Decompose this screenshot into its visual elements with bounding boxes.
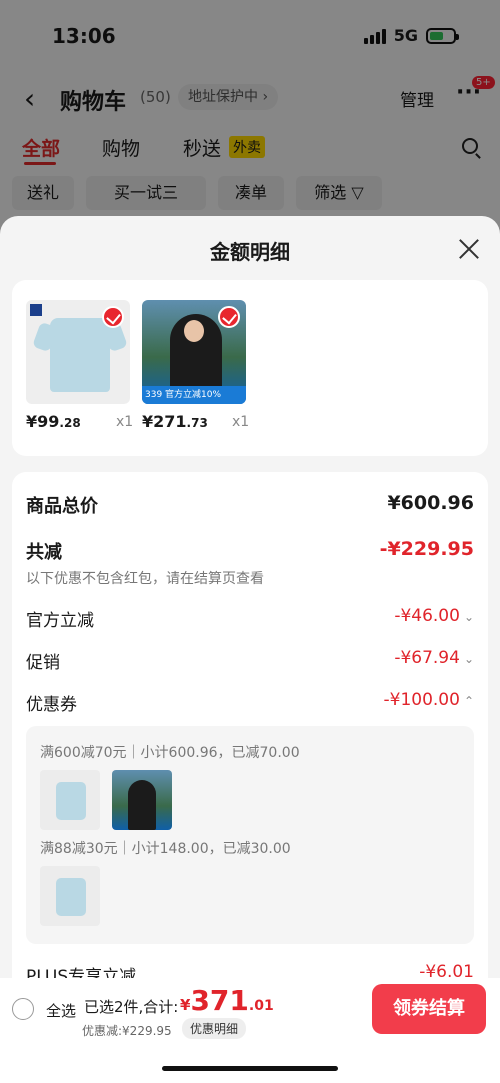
discount-note: 以下优惠不包含红包，请在结算页查看 bbox=[26, 571, 264, 587]
shirt-mini-thumbnail bbox=[40, 866, 100, 926]
promo-label: 促销 bbox=[26, 653, 60, 673]
selected-check-icon bbox=[102, 306, 124, 328]
coupon-line: 满88减30元｜小计148.00，已减30.00 bbox=[40, 841, 291, 857]
shirt-thumbnail bbox=[26, 300, 130, 404]
promo-value: -¥67.94 ⌄ bbox=[394, 648, 474, 668]
promo-row[interactable]: 促销 -¥67.94 ⌄ bbox=[26, 648, 474, 674]
home-indicator bbox=[162, 1066, 338, 1071]
product-item[interactable]: ¥99.28 x1 bbox=[26, 300, 133, 431]
coupon-breakdown: 满600减70元｜小计600.96，已减70.00 满88减30元｜小计148.… bbox=[26, 726, 474, 944]
official-label: 官方立减 bbox=[26, 611, 94, 631]
official-discount-row[interactable]: 官方立减 -¥46.00 ⌄ bbox=[26, 606, 474, 632]
product-price: ¥271.73 bbox=[142, 412, 208, 431]
overlay-dim[interactable] bbox=[0, 0, 500, 240]
saved-row: 共减 -¥229.95 bbox=[26, 538, 474, 564]
promo-strip: 339 官方立减10% bbox=[142, 386, 246, 404]
jacket-thumbnail: 339 官方立减10% bbox=[142, 300, 246, 404]
chevron-down-icon: ⌄ bbox=[463, 652, 474, 666]
select-all-label[interactable]: 全选 bbox=[46, 1000, 76, 1021]
saved-value: -¥229.95 bbox=[379, 538, 474, 560]
model-face bbox=[184, 320, 204, 342]
saved-label: 共减 bbox=[26, 542, 62, 563]
product-qty: x1 bbox=[232, 414, 250, 430]
checkout-button[interactable]: 领券结算 bbox=[372, 984, 486, 1034]
sheet-title: 金额明细 bbox=[210, 240, 290, 264]
chevron-down-icon: ⌄ bbox=[463, 610, 474, 624]
product-summary-card: ¥99.28 x1 339 官方立减10% ¥271.73 x1 bbox=[12, 280, 488, 456]
discount-detail-button[interactable]: 优惠明细 bbox=[182, 1018, 247, 1039]
total-amount: ¥371.01 bbox=[180, 984, 274, 1017]
total-value: ¥600.96 bbox=[387, 492, 474, 514]
brand-logo bbox=[30, 304, 42, 316]
total-label: 商品总价 bbox=[26, 496, 98, 517]
coupon-label: 优惠券 bbox=[26, 695, 77, 715]
coupon-line: 满600减70元｜小计600.96，已减70.00 bbox=[40, 745, 300, 761]
product-qty: x1 bbox=[116, 414, 134, 430]
selected-check-icon bbox=[218, 306, 240, 328]
product-item[interactable]: 339 官方立减10% ¥271.73 x1 bbox=[142, 300, 249, 431]
select-all-radio[interactable] bbox=[12, 998, 34, 1020]
coupon-row[interactable]: 优惠券 -¥100.00 ⌃ bbox=[26, 690, 474, 716]
chevron-up-icon: ⌃ bbox=[463, 694, 474, 708]
product-price-row: ¥271.73 x1 bbox=[142, 412, 262, 434]
jacket-mini-thumbnail bbox=[112, 770, 172, 830]
official-value: -¥46.00 ⌄ bbox=[394, 606, 474, 626]
amount-detail-sheet: 金额明细 ¥99.28 x1 339 官方立减10% ¥271.73 x1 商品… bbox=[0, 216, 500, 1083]
product-price-row: ¥99.28 x1 bbox=[26, 412, 146, 434]
checkout-bar: 全选 已选2件,合计: ¥371.01 优惠减:¥229.95 优惠明细 领券结… bbox=[0, 978, 500, 1083]
shirt-mini-thumbnail bbox=[40, 770, 100, 830]
shirt-image bbox=[50, 318, 110, 392]
discount-summary: 优惠减:¥229.95 bbox=[82, 1024, 172, 1038]
selected-summary: 已选2件,合计: bbox=[84, 998, 179, 1016]
product-price: ¥99.28 bbox=[26, 412, 81, 431]
coupon-value: -¥100.00 ⌃ bbox=[383, 690, 475, 710]
total-row: 商品总价 ¥600.96 bbox=[26, 492, 474, 518]
close-icon[interactable] bbox=[458, 238, 480, 260]
